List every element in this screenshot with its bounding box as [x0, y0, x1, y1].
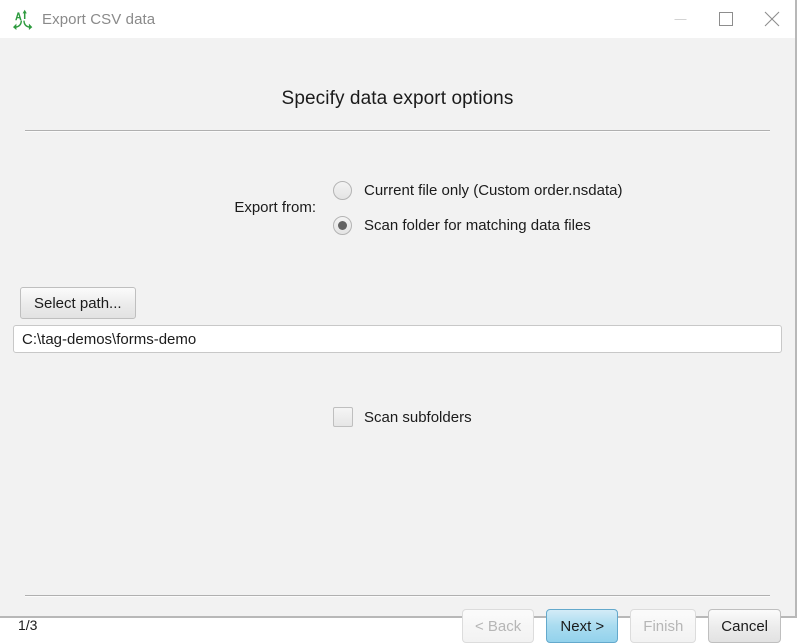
radio-option-label: Current file only (Custom order.nsdata): [364, 182, 623, 199]
minimize-icon: [674, 13, 687, 26]
radio-button-icon[interactable]: [333, 181, 352, 200]
page-indicator: 1/3: [18, 617, 38, 633]
title-bar: Export CSV data: [0, 0, 795, 38]
cancel-button[interactable]: Cancel: [708, 609, 781, 643]
maximize-icon: [719, 12, 733, 26]
close-icon: [764, 11, 780, 27]
close-button[interactable]: [749, 0, 795, 38]
radio-option-label: Scan folder for matching data files: [364, 217, 591, 234]
export-csv-dialog-window: Export CSV data Specify data export opti…: [0, 0, 797, 643]
path-input[interactable]: [13, 325, 782, 353]
back-button[interactable]: < Back: [462, 609, 535, 643]
checkbox-icon[interactable]: [333, 407, 353, 427]
finish-button[interactable]: Finish: [630, 609, 697, 643]
sort-data-icon: [11, 8, 33, 30]
radio-option-scan-folder[interactable]: Scan folder for matching data files: [333, 216, 591, 235]
radio-option-current-file[interactable]: Current file only (Custom order.nsdata): [333, 181, 622, 200]
footer-button-bar: < Back Next > Finish Cancel: [462, 609, 781, 643]
footer-divider: [25, 595, 770, 597]
next-button[interactable]: Next >: [546, 609, 619, 643]
dialog-content: Specify data export options Export from:…: [0, 38, 795, 643]
maximize-button[interactable]: [703, 0, 749, 38]
header-divider: [25, 130, 770, 132]
scan-subfolders-row[interactable]: Scan subfolders: [333, 407, 472, 427]
scan-subfolders-label: Scan subfolders: [364, 408, 472, 426]
window-controls: [657, 0, 795, 38]
radio-button-selected-icon[interactable]: [333, 216, 352, 235]
select-path-button[interactable]: Select path...: [20, 287, 136, 319]
page-title: Specify data export options: [281, 88, 514, 109]
minimize-button[interactable]: [657, 0, 703, 38]
window-title: Export CSV data: [42, 10, 156, 28]
export-from-label: Export from:: [234, 199, 316, 216]
